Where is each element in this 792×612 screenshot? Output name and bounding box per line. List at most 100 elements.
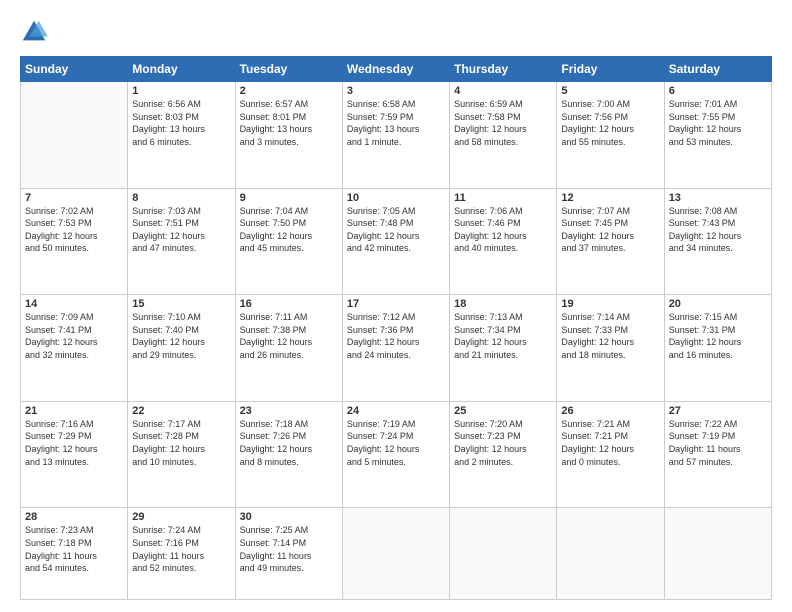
week-row-0: 1Sunrise: 6:56 AM Sunset: 8:03 PM Daylig… xyxy=(21,82,772,189)
calendar-cell: 3Sunrise: 6:58 AM Sunset: 7:59 PM Daylig… xyxy=(342,82,449,189)
calendar-cell: 26Sunrise: 7:21 AM Sunset: 7:21 PM Dayli… xyxy=(557,401,664,508)
calendar-cell: 22Sunrise: 7:17 AM Sunset: 7:28 PM Dayli… xyxy=(128,401,235,508)
calendar-cell xyxy=(450,508,557,600)
calendar-cell: 12Sunrise: 7:07 AM Sunset: 7:45 PM Dayli… xyxy=(557,188,664,295)
day-info: Sunrise: 7:18 AM Sunset: 7:26 PM Dayligh… xyxy=(240,418,338,468)
day-number: 27 xyxy=(669,405,767,417)
calendar-cell: 5Sunrise: 7:00 AM Sunset: 7:56 PM Daylig… xyxy=(557,82,664,189)
week-row-4: 28Sunrise: 7:23 AM Sunset: 7:18 PM Dayli… xyxy=(21,508,772,600)
day-number: 1 xyxy=(132,85,230,97)
day-info: Sunrise: 7:00 AM Sunset: 7:56 PM Dayligh… xyxy=(561,98,659,148)
weekday-friday: Friday xyxy=(557,57,664,82)
day-info: Sunrise: 7:01 AM Sunset: 7:55 PM Dayligh… xyxy=(669,98,767,148)
weekday-monday: Monday xyxy=(128,57,235,82)
day-info: Sunrise: 7:03 AM Sunset: 7:51 PM Dayligh… xyxy=(132,205,230,255)
calendar-cell: 18Sunrise: 7:13 AM Sunset: 7:34 PM Dayli… xyxy=(450,295,557,402)
logo xyxy=(20,18,50,46)
day-info: Sunrise: 7:12 AM Sunset: 7:36 PM Dayligh… xyxy=(347,311,445,361)
day-number: 6 xyxy=(669,85,767,97)
calendar-cell: 9Sunrise: 7:04 AM Sunset: 7:50 PM Daylig… xyxy=(235,188,342,295)
calendar-cell: 25Sunrise: 7:20 AM Sunset: 7:23 PM Dayli… xyxy=(450,401,557,508)
day-info: Sunrise: 7:04 AM Sunset: 7:50 PM Dayligh… xyxy=(240,205,338,255)
page-header xyxy=(20,18,772,46)
day-info: Sunrise: 7:23 AM Sunset: 7:18 PM Dayligh… xyxy=(25,524,123,574)
day-info: Sunrise: 7:10 AM Sunset: 7:40 PM Dayligh… xyxy=(132,311,230,361)
calendar-cell: 11Sunrise: 7:06 AM Sunset: 7:46 PM Dayli… xyxy=(450,188,557,295)
day-number: 28 xyxy=(25,511,123,523)
day-info: Sunrise: 7:14 AM Sunset: 7:33 PM Dayligh… xyxy=(561,311,659,361)
day-number: 19 xyxy=(561,298,659,310)
calendar-cell: 4Sunrise: 6:59 AM Sunset: 7:58 PM Daylig… xyxy=(450,82,557,189)
day-info: Sunrise: 6:57 AM Sunset: 8:01 PM Dayligh… xyxy=(240,98,338,148)
calendar-cell: 6Sunrise: 7:01 AM Sunset: 7:55 PM Daylig… xyxy=(664,82,771,189)
day-info: Sunrise: 6:58 AM Sunset: 7:59 PM Dayligh… xyxy=(347,98,445,148)
day-info: Sunrise: 7:20 AM Sunset: 7:23 PM Dayligh… xyxy=(454,418,552,468)
calendar-cell: 28Sunrise: 7:23 AM Sunset: 7:18 PM Dayli… xyxy=(21,508,128,600)
logo-icon xyxy=(20,18,48,46)
day-number: 4 xyxy=(454,85,552,97)
day-number: 26 xyxy=(561,405,659,417)
day-number: 9 xyxy=(240,192,338,204)
calendar-cell: 19Sunrise: 7:14 AM Sunset: 7:33 PM Dayli… xyxy=(557,295,664,402)
calendar-cell: 27Sunrise: 7:22 AM Sunset: 7:19 PM Dayli… xyxy=(664,401,771,508)
calendar-cell: 13Sunrise: 7:08 AM Sunset: 7:43 PM Dayli… xyxy=(664,188,771,295)
day-number: 8 xyxy=(132,192,230,204)
calendar-cell xyxy=(557,508,664,600)
weekday-tuesday: Tuesday xyxy=(235,57,342,82)
day-info: Sunrise: 7:24 AM Sunset: 7:16 PM Dayligh… xyxy=(132,524,230,574)
calendar-cell: 10Sunrise: 7:05 AM Sunset: 7:48 PM Dayli… xyxy=(342,188,449,295)
day-number: 13 xyxy=(669,192,767,204)
day-number: 23 xyxy=(240,405,338,417)
day-number: 12 xyxy=(561,192,659,204)
day-info: Sunrise: 7:05 AM Sunset: 7:48 PM Dayligh… xyxy=(347,205,445,255)
day-info: Sunrise: 6:56 AM Sunset: 8:03 PM Dayligh… xyxy=(132,98,230,148)
calendar-cell: 21Sunrise: 7:16 AM Sunset: 7:29 PM Dayli… xyxy=(21,401,128,508)
day-number: 17 xyxy=(347,298,445,310)
day-number: 10 xyxy=(347,192,445,204)
week-row-3: 21Sunrise: 7:16 AM Sunset: 7:29 PM Dayli… xyxy=(21,401,772,508)
day-info: Sunrise: 7:22 AM Sunset: 7:19 PM Dayligh… xyxy=(669,418,767,468)
week-row-1: 7Sunrise: 7:02 AM Sunset: 7:53 PM Daylig… xyxy=(21,188,772,295)
weekday-thursday: Thursday xyxy=(450,57,557,82)
day-number: 14 xyxy=(25,298,123,310)
weekday-sunday: Sunday xyxy=(21,57,128,82)
day-info: Sunrise: 7:07 AM Sunset: 7:45 PM Dayligh… xyxy=(561,205,659,255)
calendar-cell: 16Sunrise: 7:11 AM Sunset: 7:38 PM Dayli… xyxy=(235,295,342,402)
weekday-saturday: Saturday xyxy=(664,57,771,82)
weekday-header-row: SundayMondayTuesdayWednesdayThursdayFrid… xyxy=(21,57,772,82)
week-row-2: 14Sunrise: 7:09 AM Sunset: 7:41 PM Dayli… xyxy=(21,295,772,402)
calendar-cell: 7Sunrise: 7:02 AM Sunset: 7:53 PM Daylig… xyxy=(21,188,128,295)
day-number: 21 xyxy=(25,405,123,417)
day-number: 16 xyxy=(240,298,338,310)
calendar: SundayMondayTuesdayWednesdayThursdayFrid… xyxy=(20,56,772,600)
day-number: 15 xyxy=(132,298,230,310)
day-number: 24 xyxy=(347,405,445,417)
calendar-cell: 8Sunrise: 7:03 AM Sunset: 7:51 PM Daylig… xyxy=(128,188,235,295)
day-number: 20 xyxy=(669,298,767,310)
calendar-cell xyxy=(664,508,771,600)
day-number: 29 xyxy=(132,511,230,523)
calendar-cell: 1Sunrise: 6:56 AM Sunset: 8:03 PM Daylig… xyxy=(128,82,235,189)
calendar-cell xyxy=(342,508,449,600)
day-info: Sunrise: 7:13 AM Sunset: 7:34 PM Dayligh… xyxy=(454,311,552,361)
day-number: 11 xyxy=(454,192,552,204)
day-info: Sunrise: 7:19 AM Sunset: 7:24 PM Dayligh… xyxy=(347,418,445,468)
day-number: 18 xyxy=(454,298,552,310)
calendar-cell: 23Sunrise: 7:18 AM Sunset: 7:26 PM Dayli… xyxy=(235,401,342,508)
calendar-cell: 2Sunrise: 6:57 AM Sunset: 8:01 PM Daylig… xyxy=(235,82,342,189)
calendar-cell: 29Sunrise: 7:24 AM Sunset: 7:16 PM Dayli… xyxy=(128,508,235,600)
calendar-cell xyxy=(21,82,128,189)
calendar-cell: 20Sunrise: 7:15 AM Sunset: 7:31 PM Dayli… xyxy=(664,295,771,402)
day-number: 3 xyxy=(347,85,445,97)
day-number: 30 xyxy=(240,511,338,523)
day-info: Sunrise: 7:21 AM Sunset: 7:21 PM Dayligh… xyxy=(561,418,659,468)
day-number: 7 xyxy=(25,192,123,204)
day-number: 2 xyxy=(240,85,338,97)
day-info: Sunrise: 7:17 AM Sunset: 7:28 PM Dayligh… xyxy=(132,418,230,468)
day-info: Sunrise: 7:06 AM Sunset: 7:46 PM Dayligh… xyxy=(454,205,552,255)
day-info: Sunrise: 7:02 AM Sunset: 7:53 PM Dayligh… xyxy=(25,205,123,255)
calendar-cell: 30Sunrise: 7:25 AM Sunset: 7:14 PM Dayli… xyxy=(235,508,342,600)
day-number: 25 xyxy=(454,405,552,417)
weekday-wednesday: Wednesday xyxy=(342,57,449,82)
day-info: Sunrise: 7:11 AM Sunset: 7:38 PM Dayligh… xyxy=(240,311,338,361)
